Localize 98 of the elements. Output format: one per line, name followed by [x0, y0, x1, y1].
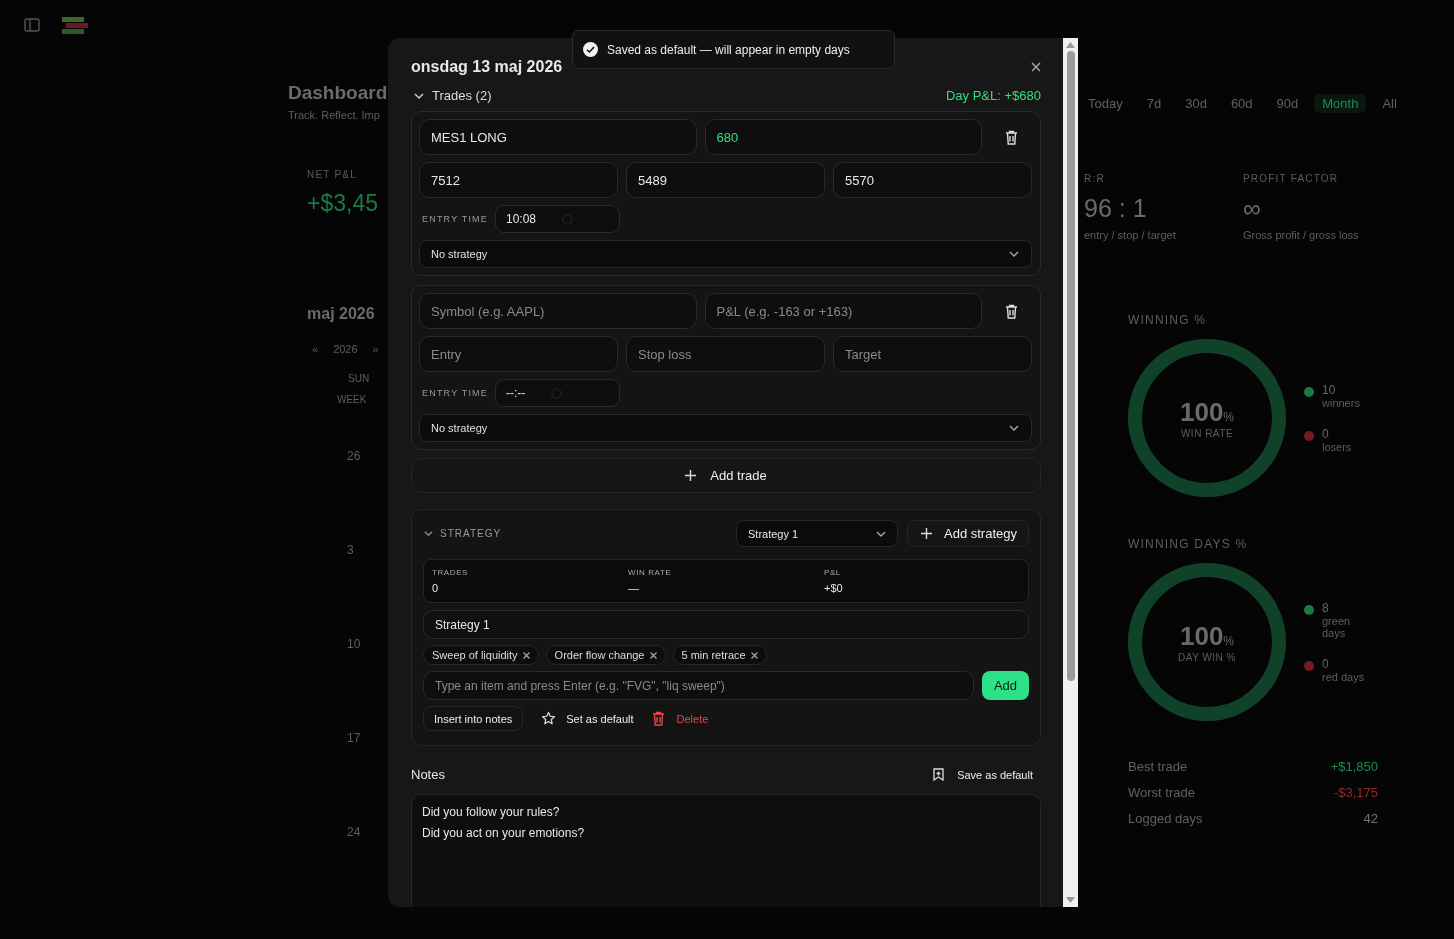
entry-time-label: ENTRY TIME [422, 214, 488, 224]
plus-icon [685, 470, 697, 481]
item-field[interactable]: Type an item and press Enter (e.g. "FVG", "liq sweep") [423, 671, 974, 700]
tag-label: 5 min retrace [681, 649, 746, 661]
strategy-select[interactable]: No strategy [419, 414, 1032, 442]
summary-value: +$1,850 [1330, 759, 1378, 774]
scrollbar[interactable] [1063, 38, 1078, 907]
chevron-icon [414, 90, 424, 101]
check-circle-icon [583, 42, 598, 57]
trash-icon [1004, 303, 1018, 319]
target-field[interactable]: 5570 [833, 162, 1032, 198]
notes-field[interactable]: Did you follow your rules? Did you act on your emotions? [411, 794, 1041, 907]
insert-into-notes-button[interactable]: Insert into notes [423, 706, 524, 731]
stat-value: 96 : 1 [1084, 194, 1148, 223]
summary-label: Best trade [1128, 759, 1188, 774]
legend-count: 0 [1322, 427, 1330, 441]
delete-strategy-button[interactable]: Delete [651, 711, 709, 726]
logo-icon [60, 15, 90, 35]
add-strategy-button[interactable]: Add strategy [907, 520, 1029, 547]
summary-label: Worst trade [1128, 785, 1195, 800]
stat-label: WIN RATE [628, 568, 673, 577]
stat-label: PROFIT FACTOR [1243, 173, 1340, 184]
legend-count: 10 [1322, 383, 1337, 397]
stat-value: +$3,45 [307, 190, 379, 217]
set-default-button[interactable]: Set as default [541, 711, 634, 726]
symbol-field[interactable]: Symbol (e.g. AAPL) [419, 293, 697, 329]
entry-field[interactable]: 7512 [419, 162, 618, 198]
legend-label: winners [1322, 397, 1361, 409]
chevron-down-icon [876, 530, 886, 537]
legend-label: red days [1322, 671, 1366, 683]
ring-caption: WIN RATE [1180, 428, 1234, 439]
star-icon [541, 711, 557, 726]
entry-time-field[interactable]: 10:08 [495, 205, 620, 233]
stat-caption: entry / stop / target [1084, 229, 1177, 241]
stat-label: TRADES [432, 568, 470, 577]
weekday-header: SUN [348, 373, 370, 384]
summary-label: Logged days [1128, 811, 1203, 826]
summary-value: 42 [1363, 811, 1378, 826]
strategy-toggle[interactable]: STRATEGY [423, 528, 502, 539]
scrollbar-thumb[interactable] [1066, 51, 1075, 681]
stat-value: — [628, 582, 640, 594]
chevron-icon [424, 529, 433, 538]
strategy-dropdown[interactable]: Strategy 1 [736, 520, 898, 547]
stat-value: ∞ [1243, 194, 1262, 223]
ring-caption: DAY WIN % [1178, 652, 1236, 663]
calendar-month: maj 2026 [307, 305, 376, 323]
stop-loss-field[interactable]: 5489 [626, 162, 825, 198]
pnl-field[interactable]: 680 [704, 119, 982, 155]
trades-toggle[interactable]: Trades (2) [411, 88, 492, 103]
stat-caption: Gross profit / gross loss [1243, 229, 1360, 241]
plus-icon [921, 528, 932, 539]
range-tab[interactable]: Month [1314, 94, 1367, 113]
legend-label: losers [1322, 441, 1353, 453]
section-title: WINNING % [1128, 313, 1208, 327]
remove-icon[interactable] [522, 651, 530, 659]
tag-label: Order flow change [554, 649, 645, 661]
stat-label: NET P&L [307, 169, 358, 180]
target-field[interactable]: Target [833, 336, 1032, 372]
strategy-name-field[interactable]: Strategy 1 [423, 610, 1029, 639]
legend-count: 0 [1322, 657, 1330, 671]
trash-icon [1004, 129, 1018, 145]
chevron-down-icon [1009, 251, 1019, 257]
close-icon [1031, 62, 1041, 72]
percent-value: 100% [1179, 621, 1235, 652]
dialog-title: onsdag 13 maj 2026 [411, 58, 563, 76]
legend-label: green days [1322, 615, 1352, 639]
summary-value: -$3,175 [1333, 785, 1378, 800]
stat-label: R:R [1084, 173, 1106, 184]
symbol-field[interactable]: MES1 LONG [419, 119, 697, 155]
stop-loss-field[interactable]: Stop loss [626, 336, 825, 372]
legend-count: 8 [1322, 601, 1330, 615]
trash-icon [651, 711, 665, 726]
entry-time-field[interactable]: --:-- [495, 379, 620, 407]
percent-value: 100% [1179, 397, 1235, 428]
day-pnl: Day P&L: +$680 [945, 88, 1041, 103]
section-title: WINNING DAYS % [1128, 537, 1249, 551]
toast-message: Saved as default — will appear in empty days [607, 42, 850, 57]
remove-icon[interactable] [750, 651, 758, 659]
stat-value: 0 [432, 582, 440, 594]
tag-label: Sweep of liquidity [432, 649, 518, 661]
add-trade-button[interactable]: Add trade [411, 458, 1041, 493]
sidebar-toggle-icon[interactable] [24, 18, 40, 32]
page-title: Dashboard [288, 82, 388, 104]
calendar-year: 2026 [333, 343, 358, 355]
entry-field[interactable]: Entry [419, 336, 618, 372]
save-default-button[interactable]: Save as default [933, 768, 1033, 781]
add-button[interactable]: Add [982, 671, 1029, 700]
chevron-down-icon [1009, 425, 1019, 431]
entry-time-label: ENTRY TIME [422, 388, 488, 398]
bookmark-plus-icon [933, 768, 945, 781]
stat-label: P&L [824, 568, 842, 577]
remove-icon[interactable] [649, 651, 657, 659]
stat-value: +$0 [824, 582, 844, 594]
week-header: WEEK [337, 394, 367, 405]
strategy-select[interactable]: No strategy [419, 240, 1032, 268]
page-subtitle: Track. Reflect. Imp [288, 109, 381, 121]
pnl-field[interactable]: P&L (e.g. -163 or +163) [704, 293, 982, 329]
notes-label: Notes [411, 767, 445, 782]
